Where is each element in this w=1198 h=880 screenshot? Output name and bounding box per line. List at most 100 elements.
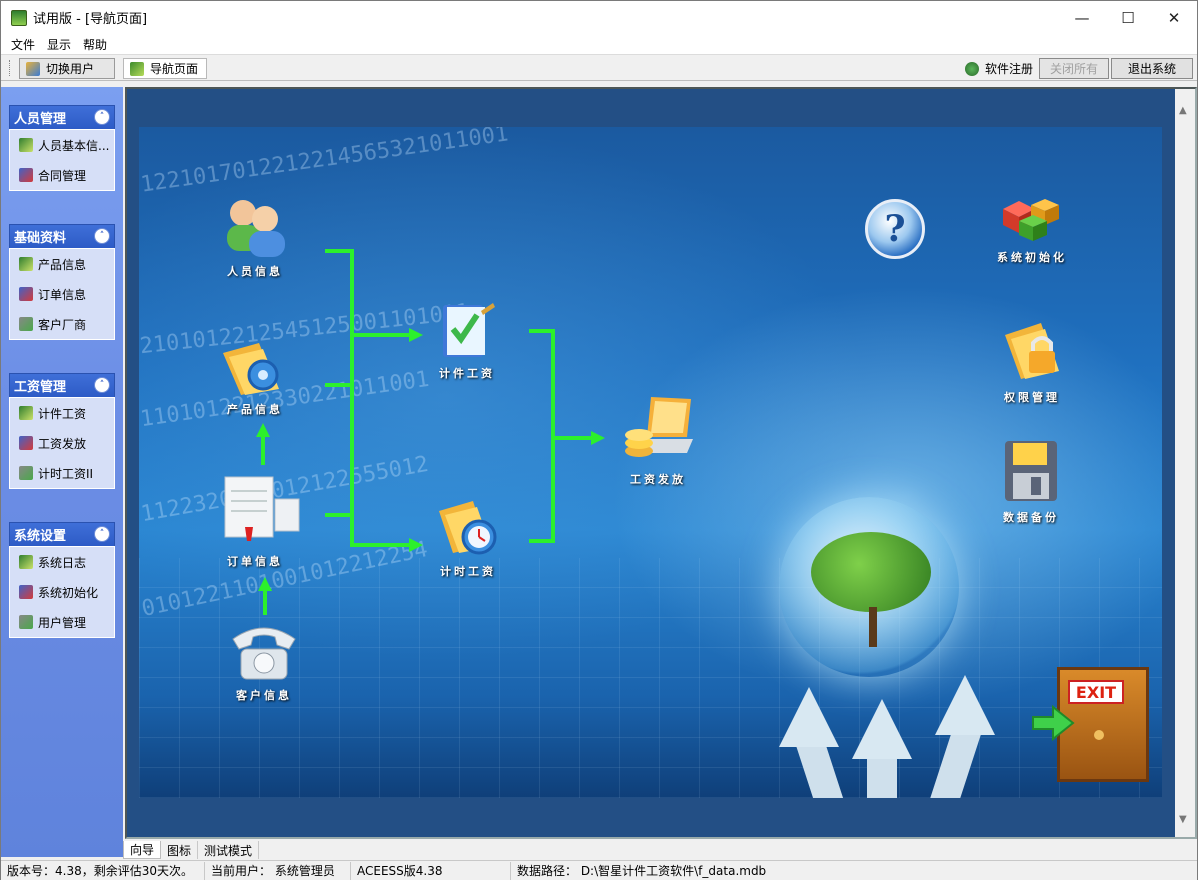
flow-arrow: [591, 431, 605, 445]
node-permission[interactable]: 权限管理: [1001, 317, 1063, 405]
help-icon[interactable]: ?: [865, 199, 925, 259]
sidebar-item-piece-wage[interactable]: 计件工资: [10, 398, 114, 428]
sidebar-item-time-wage[interactable]: 计时工资II: [10, 458, 114, 488]
node-order[interactable]: 订单信息: [205, 473, 305, 569]
group-title: 人员管理: [14, 112, 67, 127]
group-body: 系统日志 系统初始化 用户管理: [9, 546, 115, 638]
register-button[interactable]: 软件注册: [964, 60, 1033, 77]
group-body: 人员基本信... 合同管理: [9, 129, 115, 191]
lock-icon: [1005, 323, 1059, 379]
sidebar-item-product[interactable]: 产品信息: [10, 249, 114, 279]
sidebar-item-wage-pay[interactable]: 工资发放: [10, 428, 114, 458]
register-icon: [964, 61, 979, 76]
menu-help[interactable]: 帮助: [77, 36, 113, 53]
group-header-wage[interactable]: 工资管理 ˄: [9, 373, 115, 397]
sidebar-item-contract[interactable]: 合同管理: [10, 160, 114, 190]
users-icon: [26, 61, 40, 76]
status-version: 版本号：4.38，剩余评估30天次。: [1, 861, 205, 880]
sidebar-item-label: 工资发放: [38, 436, 87, 451]
node-sys-init[interactable]: 系统初始化: [997, 193, 1067, 265]
minimize-button[interactable]: —: [1059, 1, 1105, 34]
flow-arrow: [409, 538, 423, 552]
flow-arrow: [258, 577, 272, 591]
collapse-icon[interactable]: ˄: [94, 228, 110, 244]
sidebar-item-user-mgmt[interactable]: 用户管理: [10, 607, 114, 637]
scroll-down-icon[interactable]: ▼: [1179, 814, 1187, 825]
node-label: 人员信息: [227, 265, 283, 278]
flow-line: [261, 435, 265, 465]
sidebar-item-sys-init[interactable]: 系统初始化: [10, 577, 114, 607]
node-backup[interactable]: 数据备份: [1001, 437, 1061, 525]
sidebar-item-personnel-info[interactable]: 人员基本信...: [10, 130, 114, 160]
tab-icons[interactable]: 图标: [161, 841, 199, 859]
title-bar: 试用版 - [导航页面] — ☐ ✕: [1, 1, 1197, 34]
collapse-icon[interactable]: ˄: [94, 377, 110, 393]
node-piece-wage[interactable]: 计件工资: [435, 299, 499, 381]
door-knob: [1094, 730, 1104, 740]
group-body: 产品信息 订单信息 客户厂商: [9, 248, 115, 340]
menu-file[interactable]: 文件: [5, 36, 41, 53]
switch-user-button[interactable]: 切换用户: [19, 58, 115, 79]
node-label: 产品信息: [227, 403, 283, 416]
sidebar-item-customer[interactable]: 客户厂商: [10, 309, 114, 339]
maximize-button[interactable]: ☐: [1105, 1, 1151, 34]
contract-icon: [19, 168, 33, 182]
sidebar-item-label: 产品信息: [38, 257, 87, 272]
window-controls: — ☐ ✕: [1059, 1, 1197, 34]
user-mgmt-icon: [19, 615, 33, 629]
product-icon: [19, 257, 33, 271]
cubes-icon: [1003, 199, 1059, 241]
sidebar-item-label: 用户管理: [38, 615, 87, 630]
flow-arrow: [256, 423, 270, 437]
sidebar-group-wage: 工资管理 ˄ 计件工资 工资发放 计时工资II: [9, 373, 115, 489]
status-db: ACEESS版4.38: [351, 861, 511, 880]
group-header-basic[interactable]: 基础资料 ˄: [9, 224, 115, 248]
tab-nav-page[interactable]: 导航页面: [123, 58, 207, 79]
sidebar-group-basic: 基础资料 ˄ 产品信息 订单信息 客户厂商: [9, 224, 115, 340]
node-product[interactable]: 产品信息: [219, 335, 291, 417]
piece-wage-icon: [19, 406, 33, 420]
laptop-coins-icon: [625, 397, 693, 457]
exit-system-button[interactable]: 退出系统: [1111, 58, 1193, 79]
sidebar-item-label: 计件工资: [38, 406, 87, 421]
status-path: 数据路径： D:\智星计件工资软件\f_data.mdb: [517, 864, 767, 878]
close-all-button[interactable]: 关闭所有: [1038, 58, 1109, 79]
sidebar-item-label: 系统日志: [38, 555, 87, 570]
tab-wizard[interactable]: 向导: [123, 841, 162, 859]
tab-test-mode[interactable]: 测试模式: [198, 841, 260, 859]
flow-line: [350, 543, 410, 547]
menu-view[interactable]: 显示: [41, 36, 77, 53]
nav-page-icon: [130, 61, 144, 76]
wage-pay-icon: [19, 436, 33, 450]
collapse-icon[interactable]: ˄: [94, 109, 110, 125]
scroll-up-icon[interactable]: ▲: [1179, 105, 1187, 116]
sidebar-item-label: 系统初始化: [38, 585, 99, 600]
node-wage-pay[interactable]: 工资发放: [621, 393, 695, 487]
status-user: 当前用户： 系统管理员: [205, 861, 351, 880]
sidebar: 人员管理 ˄ 人员基本信... 合同管理 基础资料 ˄ 产品信息 订单信息 客户…: [1, 87, 123, 857]
node-customer[interactable]: 客户信息: [227, 621, 301, 703]
sidebar-item-sys-log[interactable]: 系统日志: [10, 547, 114, 577]
node-label: 系统初始化: [997, 251, 1067, 264]
node-label: 计件工资: [439, 367, 495, 380]
node-label: 计时工资: [440, 565, 496, 578]
node-personnel[interactable]: 人员信息: [221, 195, 289, 279]
switch-user-label: 切换用户: [46, 62, 95, 76]
group-header-system[interactable]: 系统设置 ˄: [9, 522, 115, 546]
toolbar-grip[interactable]: [9, 60, 12, 76]
group-body: 计件工资 工资发放 计时工资II: [9, 397, 115, 489]
close-button[interactable]: ✕: [1151, 1, 1197, 34]
sidebar-group-system: 系统设置 ˄ 系统日志 系统初始化 用户管理: [9, 522, 115, 638]
sidebar-group-personnel: 人员管理 ˄ 人员基本信... 合同管理: [9, 105, 115, 191]
node-label: 订单信息: [227, 555, 283, 568]
app-window: 试用版 - [导航页面] — ☐ ✕ 文件 显示 帮助 切换用户 导航页面 软件…: [0, 0, 1198, 880]
customer-icon: [19, 317, 33, 331]
node-label: 权限管理: [1004, 391, 1060, 404]
group-header-personnel[interactable]: 人员管理 ˄: [9, 105, 115, 129]
flow-line: [325, 249, 353, 253]
sidebar-item-order[interactable]: 订单信息: [10, 279, 114, 309]
collapse-icon[interactable]: ˄: [94, 526, 110, 542]
exit-sign: EXIT: [1068, 680, 1124, 704]
vertical-scrollbar[interactable]: ▲ ▼: [1175, 89, 1195, 837]
node-time-wage[interactable]: 计时工资: [435, 495, 501, 579]
